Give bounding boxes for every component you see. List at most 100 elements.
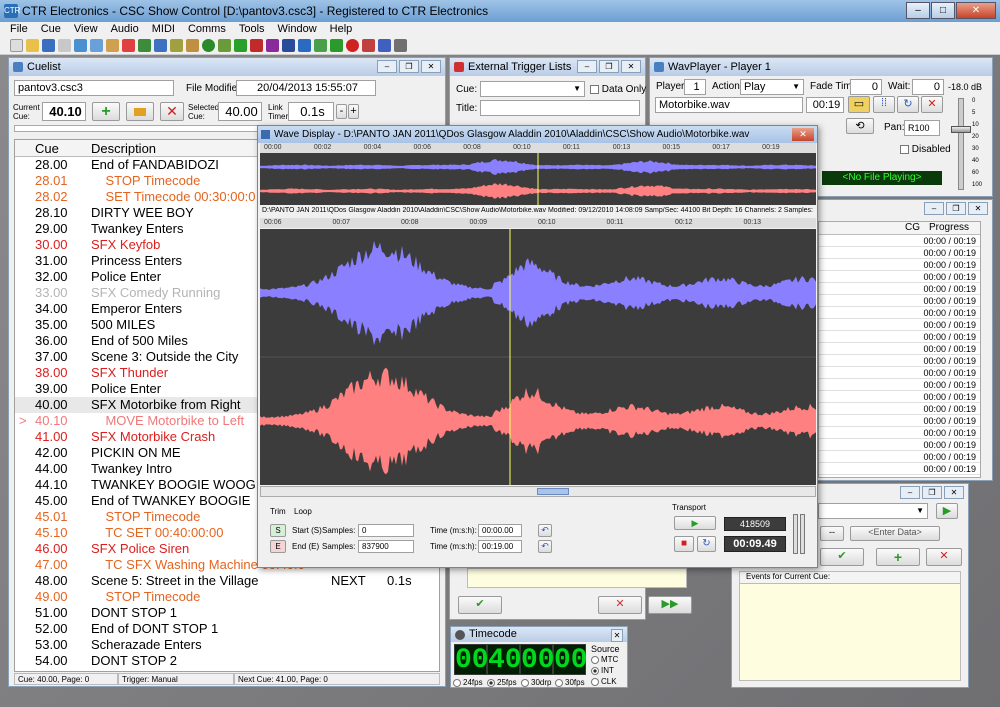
menu-midi[interactable]: MIDI <box>152 22 175 37</box>
panel-minimize-button[interactable]: – <box>377 60 397 73</box>
external-confirm-button[interactable]: ✔ <box>458 596 502 614</box>
forward-icon[interactable] <box>234 39 247 52</box>
clear-file-button[interactable]: ✕ <box>921 96 943 113</box>
mixer-icon[interactable] <box>266 39 279 52</box>
fps-25[interactable]: 25fps <box>487 677 517 689</box>
panel-restore-button[interactable]: ❐ <box>399 60 419 73</box>
start-time-field[interactable]: 00:00.00 <box>478 524 522 537</box>
open-folder-icon[interactable] <box>26 39 39 52</box>
flag-icon[interactable] <box>250 39 263 52</box>
detail-waveform[interactable] <box>260 229 816 485</box>
external-title-field[interactable] <box>480 100 640 116</box>
menu-file[interactable]: File <box>10 22 28 37</box>
settings-icon[interactable] <box>394 39 407 52</box>
wave-close-button[interactable]: ✕ <box>792 128 814 141</box>
link-timer-decrement[interactable]: - <box>336 104 347 119</box>
start-samples-field[interactable]: 0 <box>358 524 414 537</box>
volume-slider[interactable] <box>951 126 971 133</box>
panel-close-button[interactable]: ✕ <box>421 60 441 73</box>
open-file-button[interactable]: ▭ <box>848 96 870 113</box>
panel-close-button[interactable]: ✕ <box>611 629 623 642</box>
panel-close-button[interactable]: ✕ <box>621 60 641 73</box>
end-samples-field[interactable]: 837900 <box>358 540 414 553</box>
menu-tools[interactable]: Tools <box>239 22 265 37</box>
set-end-button[interactable]: E <box>270 540 286 553</box>
save-icon[interactable] <box>42 39 55 52</box>
menu-view[interactable]: View <box>74 22 98 37</box>
col-description-header[interactable]: Description <box>91 140 156 157</box>
panel-restore-button[interactable]: ❐ <box>922 486 942 499</box>
transport-play-button[interactable]: ▶ <box>674 516 716 530</box>
cue-row[interactable]: 54.00 DONT STOP 2 <box>15 653 439 669</box>
audio-icon[interactable] <box>154 39 167 52</box>
filename-field[interactable]: pantov3.csc3 <box>14 80 174 96</box>
new-file-icon[interactable] <box>10 39 23 52</box>
link-timer-field[interactable]: 0.1s <box>288 102 334 121</box>
menu-audio[interactable]: Audio <box>111 22 139 37</box>
events-add-button[interactable]: + <box>876 548 920 566</box>
menu-comms[interactable]: Comms <box>188 22 226 37</box>
arrow-icon[interactable] <box>314 39 327 52</box>
close-button[interactable]: ✕ <box>956 2 996 19</box>
overview-waveform[interactable] <box>260 153 816 205</box>
add-cue-icon[interactable] <box>138 39 151 52</box>
timecode-icon[interactable] <box>298 39 311 52</box>
panel-restore-button[interactable]: ❐ <box>599 60 619 73</box>
fps-30drp[interactable]: 30drp <box>521 677 551 689</box>
cue-row[interactable]: 49.00 STOP Timecode <box>15 589 439 605</box>
play-icon[interactable] <box>330 39 343 52</box>
data-only-checkbox[interactable]: Data Only <box>590 84 646 96</box>
panel-minimize-button[interactable]: – <box>577 60 597 73</box>
fps-24[interactable]: 24fps <box>453 677 483 689</box>
cue-row[interactable]: 51.00 DONT STOP 1 <box>15 605 439 621</box>
panel-minimize-button[interactable]: – <box>924 202 944 215</box>
wav-file-field[interactable]: Motorbike.wav <box>655 97 803 113</box>
pan-reset-button[interactable]: ⟲ <box>846 118 874 134</box>
start-reset-button[interactable]: ↶ <box>538 524 552 537</box>
selected-cue-field[interactable]: 40.00 <box>218 102 262 121</box>
events-select[interactable]: ▼ <box>818 503 928 519</box>
pan-field[interactable]: R100 <box>904 120 940 136</box>
wave-scrollbar[interactable] <box>260 486 816 497</box>
midi-icon[interactable] <box>170 39 183 52</box>
cut-icon[interactable] <box>74 39 87 52</box>
events-dash-button[interactable]: -- <box>820 526 844 541</box>
loop-button[interactable]: ↻ <box>897 96 919 113</box>
current-cue-field[interactable]: 40.10 <box>42 102 86 121</box>
copy-icon[interactable] <box>90 39 103 52</box>
bars-icon[interactable] <box>218 39 231 52</box>
comms-icon[interactable] <box>186 39 199 52</box>
add-cue-button[interactable]: + <box>92 102 120 121</box>
cue-row[interactable]: 53.00 Scherazade Enters <box>15 637 439 653</box>
external-go-button[interactable]: ▶▶ <box>648 596 692 614</box>
menu-cue[interactable]: Cue <box>41 22 61 37</box>
external-cue-select[interactable]: ▼ <box>480 81 585 97</box>
action-select[interactable]: Play ▼ <box>740 79 804 95</box>
source-clk[interactable]: CLK <box>591 676 617 688</box>
mute-icon[interactable] <box>362 39 375 52</box>
stop-all-icon[interactable] <box>346 39 359 52</box>
delete-cue-button[interactable]: ✕ <box>160 102 184 121</box>
paste-icon[interactable] <box>106 39 119 52</box>
cue-row[interactable]: 52.00 End of DONT STOP 1 <box>15 621 439 637</box>
transport-loop-button[interactable]: ↻ <box>697 536 716 552</box>
panel-restore-button[interactable]: ❐ <box>946 202 966 215</box>
set-start-button[interactable]: S <box>270 524 286 537</box>
link-timer-increment[interactable]: + <box>348 104 359 119</box>
end-time-field[interactable]: 00:19.00 <box>478 540 522 553</box>
external-data-area[interactable] <box>467 568 687 588</box>
minimize-button[interactable]: – <box>906 2 930 19</box>
panel-minimize-button[interactable]: – <box>900 486 920 499</box>
events-go-button[interactable]: ▶ <box>936 503 958 519</box>
fps-30[interactable]: 30fps <box>555 677 585 689</box>
maximize-button[interactable]: □ <box>931 2 955 19</box>
end-reset-button[interactable]: ↶ <box>538 540 552 553</box>
print-icon[interactable] <box>58 39 71 52</box>
events-delete-button[interactable]: ✕ <box>926 548 962 566</box>
delete-icon[interactable] <box>122 39 135 52</box>
fade-time-field[interactable]: 0 <box>850 79 882 95</box>
numbers-icon[interactable] <box>378 39 391 52</box>
enter-data-button[interactable]: <Enter Data> <box>850 526 940 541</box>
panel-close-button[interactable]: ✕ <box>944 486 964 499</box>
insert-cue-button[interactable] <box>126 102 154 121</box>
